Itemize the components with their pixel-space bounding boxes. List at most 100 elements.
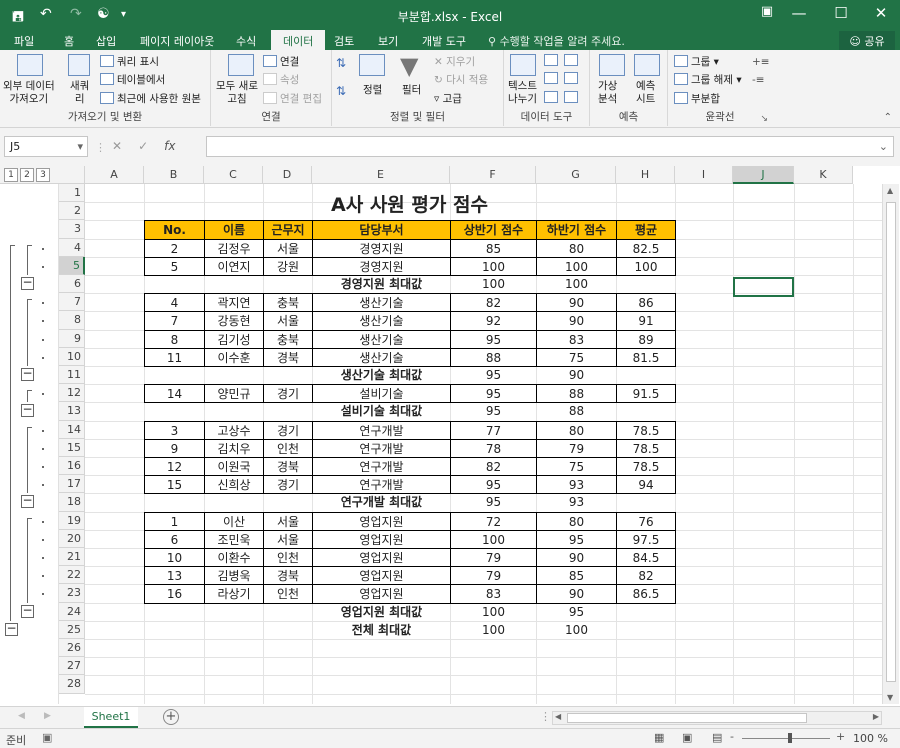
table-cell[interactable]: 영업지원 bbox=[312, 530, 451, 549]
column-header[interactable]: H bbox=[616, 166, 675, 184]
share-button[interactable]: ☺ 공유 bbox=[839, 31, 895, 50]
collapse-group-button[interactable]: − bbox=[21, 403, 34, 417]
table-cell[interactable]: 97.5 bbox=[616, 530, 676, 549]
table-header-cell[interactable]: 평균 bbox=[616, 220, 676, 240]
grand-total-cell[interactable] bbox=[616, 621, 676, 640]
table-cell[interactable]: 경영지원 bbox=[312, 257, 451, 276]
prev-sheet-icon[interactable]: ◀ bbox=[18, 711, 25, 721]
row-header[interactable]: 14 bbox=[59, 421, 85, 439]
column-header[interactable]: E bbox=[312, 166, 450, 184]
row-header[interactable]: 19 bbox=[59, 512, 85, 530]
table-cell[interactable]: 15 bbox=[144, 475, 205, 494]
table-cell[interactable]: 경북 bbox=[263, 348, 313, 367]
table-cell[interactable]: 경기 bbox=[263, 421, 313, 440]
subtotal-cell[interactable] bbox=[144, 493, 205, 513]
edit-links-button[interactable]: 연결 편집 bbox=[263, 91, 322, 106]
manage-data-model-icon[interactable] bbox=[564, 91, 581, 104]
table-cell[interactable]: 조민욱 bbox=[204, 530, 264, 549]
table-cell[interactable]: 김정우 bbox=[204, 239, 264, 258]
row-header[interactable]: 12 bbox=[59, 384, 85, 402]
row-header[interactable]: 17 bbox=[59, 475, 85, 493]
subtotal-cell[interactable] bbox=[263, 603, 313, 622]
table-cell[interactable]: 78.5 bbox=[616, 457, 676, 476]
subtotal-cell[interactable]: 95 bbox=[450, 402, 537, 422]
table-cell[interactable]: 충북 bbox=[263, 330, 313, 349]
tab-split-icon[interactable]: ⋮ bbox=[540, 710, 551, 723]
subtotal-cell[interactable]: 설비기술 최대값 bbox=[312, 402, 451, 422]
table-cell[interactable]: 8 bbox=[144, 330, 205, 349]
select-all-corner[interactable] bbox=[59, 166, 85, 184]
table-cell[interactable]: 9 bbox=[144, 439, 205, 458]
table-header-cell[interactable]: 상반기 점수 bbox=[450, 220, 537, 240]
table-cell[interactable]: 91 bbox=[616, 311, 676, 331]
table-cell[interactable]: 82 bbox=[450, 457, 537, 476]
row-header[interactable]: 7 bbox=[59, 293, 85, 311]
row-header[interactable]: 28 bbox=[59, 675, 85, 694]
table-cell[interactable]: 신희상 bbox=[204, 475, 264, 494]
reapply-button[interactable]: ↻ 다시 적용 bbox=[434, 72, 488, 87]
table-cell[interactable]: 5 bbox=[144, 257, 205, 276]
new-query-button[interactable]: 새쿼 리 bbox=[70, 80, 89, 106]
dialog-launcher-icon[interactable]: ↘ bbox=[760, 114, 768, 124]
subtotal-cell[interactable] bbox=[144, 366, 205, 385]
table-cell[interactable]: 경기 bbox=[263, 475, 313, 494]
table-cell[interactable]: 86.5 bbox=[616, 584, 676, 604]
text-to-columns-button[interactable]: 텍스트 나누기 bbox=[508, 80, 537, 106]
table-cell[interactable]: 10 bbox=[144, 548, 205, 567]
table-cell[interactable]: 연구개발 bbox=[312, 421, 451, 440]
what-if-button[interactable]: 가상 분석 bbox=[598, 80, 617, 106]
table-cell[interactable]: 인천 bbox=[263, 584, 313, 604]
tab-page-layout[interactable]: 페이지 레이아웃 bbox=[140, 33, 214, 49]
table-cell[interactable]: 100 bbox=[616, 257, 676, 276]
table-header-cell[interactable]: No. bbox=[144, 220, 205, 240]
expand-formula-icon[interactable]: ⌄ bbox=[879, 140, 888, 153]
table-cell[interactable]: 14 bbox=[144, 384, 205, 403]
table-cell[interactable]: 81.5 bbox=[616, 348, 676, 367]
name-box[interactable]: J5 ▾ bbox=[4, 136, 88, 157]
subtotal-cell[interactable] bbox=[144, 603, 205, 622]
normal-view-icon[interactable]: ▦ bbox=[654, 731, 664, 744]
row-header[interactable]: 13 bbox=[59, 402, 85, 421]
row-header[interactable]: 11 bbox=[59, 366, 85, 384]
grand-total-cell[interactable]: 100 bbox=[536, 621, 617, 640]
collapse-group-button[interactable]: − bbox=[21, 367, 34, 381]
row-header[interactable]: 9 bbox=[59, 330, 85, 348]
table-cell[interactable]: 영업지원 bbox=[312, 584, 451, 604]
table-cell[interactable]: 경영지원 bbox=[312, 239, 451, 258]
subtotal-cell[interactable] bbox=[263, 402, 313, 422]
subtotal-cell[interactable] bbox=[616, 275, 676, 294]
name-box-dropdown-icon[interactable]: ▾ bbox=[77, 140, 83, 153]
tab-review[interactable]: 검토 bbox=[334, 33, 354, 49]
outline-level-2[interactable]: 2 bbox=[20, 168, 34, 182]
table-cell[interactable]: 78.5 bbox=[616, 439, 676, 458]
table-cell[interactable]: 경기 bbox=[263, 384, 313, 403]
collapse-group-button[interactable]: − bbox=[21, 604, 34, 618]
table-cell[interactable]: 양민규 bbox=[204, 384, 264, 403]
table-cell[interactable]: 서울 bbox=[263, 530, 313, 549]
subtotal-cell[interactable] bbox=[204, 275, 264, 294]
table-cell[interactable]: 설비기술 bbox=[312, 384, 451, 403]
table-cell[interactable]: 82 bbox=[450, 293, 537, 312]
table-cell[interactable]: 경북 bbox=[263, 457, 313, 476]
tab-formulas[interactable]: 수식 bbox=[236, 33, 256, 49]
grand-total-cell[interactable] bbox=[144, 621, 205, 640]
page-layout-view-icon[interactable]: ▣ bbox=[682, 731, 692, 744]
table-cell[interactable]: 80 bbox=[536, 512, 617, 531]
table-cell[interactable]: 생산기술 bbox=[312, 293, 451, 312]
table-cell[interactable]: 4 bbox=[144, 293, 205, 312]
subtotal-cell[interactable]: 100 bbox=[536, 275, 617, 294]
table-cell[interactable]: 80 bbox=[536, 421, 617, 440]
table-cell[interactable]: 16 bbox=[144, 584, 205, 604]
scroll-up-icon[interactable]: ▲ bbox=[887, 186, 893, 195]
minimize-icon[interactable]: — bbox=[784, 4, 814, 22]
subtotal-cell[interactable]: 100 bbox=[450, 603, 537, 622]
table-cell[interactable]: 6 bbox=[144, 530, 205, 549]
subtotal-cell[interactable]: 연구개발 최대값 bbox=[312, 493, 451, 513]
column-header[interactable]: B bbox=[144, 166, 204, 184]
table-cell[interactable]: 2 bbox=[144, 239, 205, 258]
table-cell[interactable]: 12 bbox=[144, 457, 205, 476]
table-cell[interactable]: 95 bbox=[450, 475, 537, 494]
connections-button[interactable]: 연결 bbox=[263, 54, 299, 69]
sort-button[interactable]: 정렬 bbox=[363, 82, 382, 97]
subtotal-cell[interactable]: 100 bbox=[450, 275, 537, 294]
